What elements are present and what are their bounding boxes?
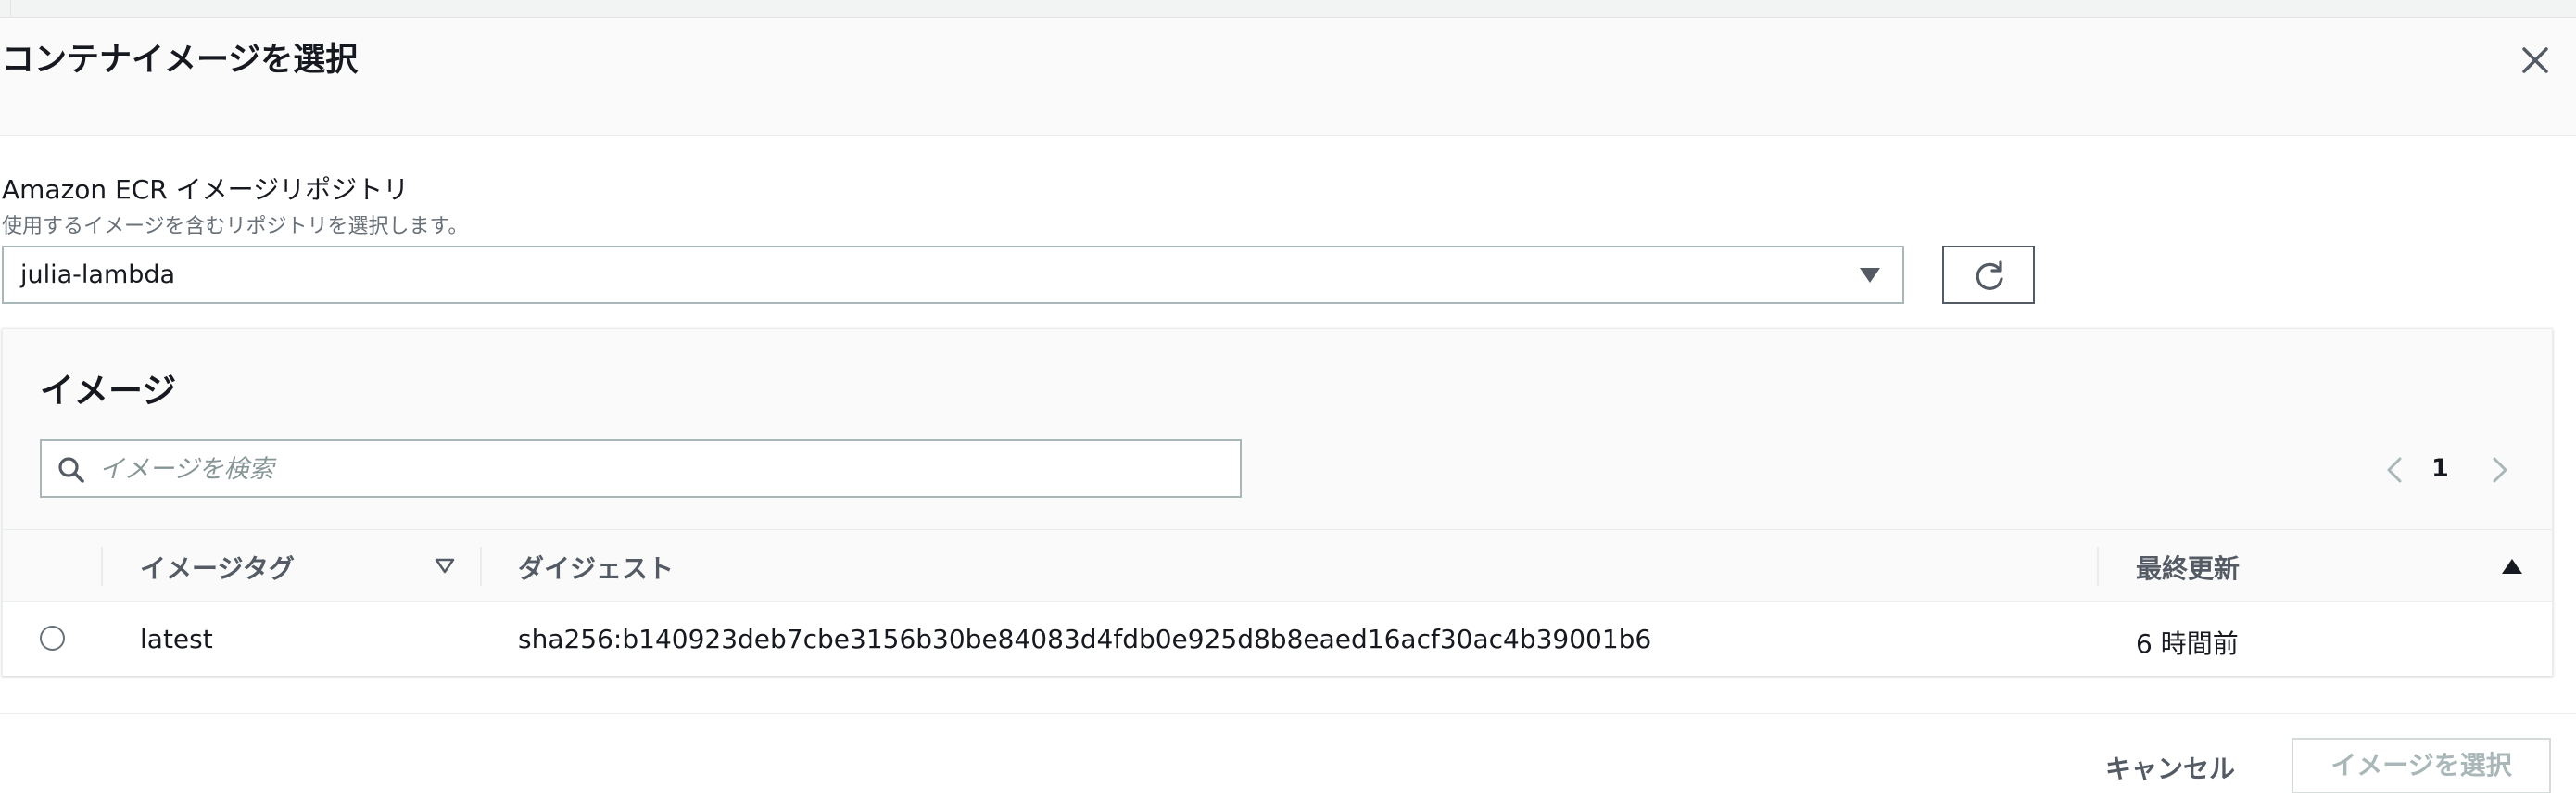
background-page-strip [0, 0, 2576, 18]
column-header-digest[interactable]: ダイジェスト [518, 549, 674, 586]
cell-digest: sha256:b140923deb7cbe3156b30be84083d4fdb… [518, 624, 1652, 654]
repository-select[interactable]: julia-lambda [2, 246, 1904, 304]
image-search-input[interactable] [99, 449, 1230, 489]
background-page-edge [0, 0, 11, 18]
table-header-row: イメージタグ ダイジェスト 最終更新 [3, 529, 2552, 602]
close-icon [2522, 47, 2548, 73]
select-image-button[interactable]: イメージを選択 [2292, 738, 2551, 793]
chevron-left-icon [2387, 457, 2402, 483]
table-row[interactable]: latest sha256:b140923deb7cbe3156b30be840… [3, 602, 2552, 676]
refresh-button[interactable] [1942, 246, 2035, 304]
cell-image-tag: latest [140, 624, 213, 654]
column-divider [2097, 547, 2099, 586]
repository-selected-value: julia-lambda [20, 260, 176, 289]
table-body: latest sha256:b140923deb7cbe3156b30be840… [3, 602, 2552, 676]
repository-field-description: 使用するイメージを含むリポジトリを選択します。 [2, 215, 469, 238]
chevron-right-icon [2493, 457, 2507, 483]
cancel-button[interactable]: キャンセル [2083, 738, 2257, 793]
cell-last-updated: 6 時間前 [2136, 628, 2239, 659]
image-search-box[interactable] [40, 439, 1242, 498]
column-header-image-tag[interactable]: イメージタグ [140, 549, 295, 586]
column-divider [480, 547, 482, 586]
pagination-next-button[interactable] [2486, 451, 2514, 488]
sort-caret-up-icon[interactable] [2502, 559, 2522, 574]
column-divider [101, 547, 103, 586]
images-panel-title: イメージ [40, 371, 177, 411]
repository-field-label: Amazon ECR イメージリポジトリ [2, 174, 410, 205]
column-header-last-updated[interactable]: 最終更新 [2136, 549, 2240, 586]
refresh-icon [1976, 260, 2003, 290]
row-select-radio[interactable] [40, 626, 65, 651]
search-icon [58, 457, 84, 483]
pagination-prev-button[interactable] [2380, 451, 2408, 488]
close-button[interactable] [2515, 40, 2556, 81]
images-table-panel: イメージ 1 イメージタグ ダイジェスト 最終更新 latest [2, 328, 2553, 676]
modal-title: コンテナイメージを選択 [2, 42, 359, 79]
pagination-current-page[interactable]: 1 [2431, 454, 2449, 483]
caret-down-icon [1860, 268, 1880, 283]
modal-header [0, 18, 2576, 136]
footer-divider [0, 713, 2576, 714]
sort-caret-down-icon[interactable] [435, 558, 455, 575]
